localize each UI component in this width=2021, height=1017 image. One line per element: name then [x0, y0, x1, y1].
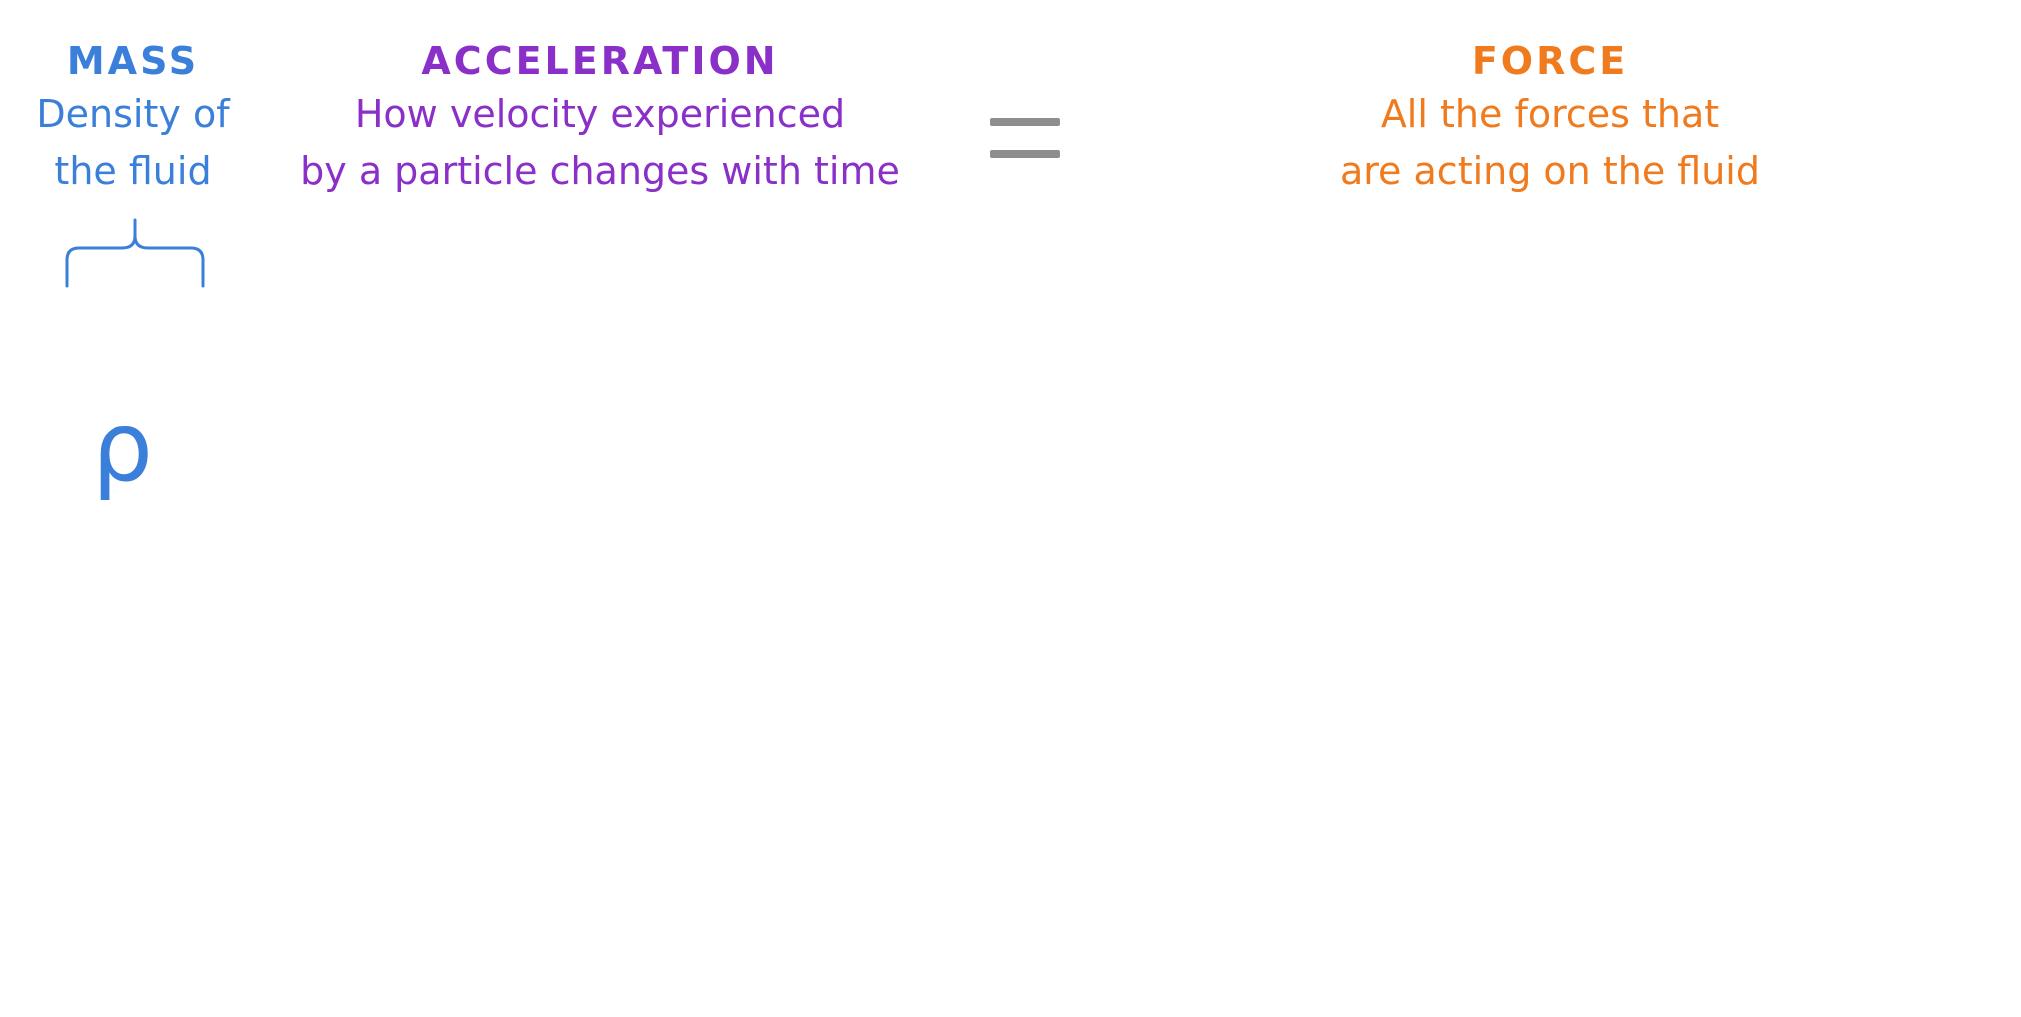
force-heading: FORCE — [1471, 39, 1629, 83]
equals-sign — [990, 114, 1060, 162]
equals-top-bar — [990, 118, 1060, 126]
acceleration-heading: ACCELERATION — [421, 39, 779, 83]
mass-description-line-1: Density of — [36, 92, 230, 136]
mass-term: MASS Density of the fluid — [18, 36, 248, 200]
acceleration-description-line-2: by a particle changes with time — [300, 149, 900, 193]
force-description-line-2: are acting on the fluid — [1339, 149, 1760, 193]
force-description-line-1: All the forces that — [1380, 92, 1720, 136]
rho-symbol: ρ — [92, 391, 153, 503]
acceleration-term: ACCELERATION How velocity experienced by… — [260, 36, 940, 200]
equals-bottom-bar — [990, 150, 1060, 158]
mass-heading: MASS — [66, 39, 200, 83]
force-term: FORCE All the forces that are acting on … — [1290, 36, 1810, 200]
mass-description-line-2: the fluid — [54, 149, 212, 193]
mass-brace — [65, 218, 205, 288]
acceleration-description-line-1: How velocity experienced — [354, 92, 846, 136]
